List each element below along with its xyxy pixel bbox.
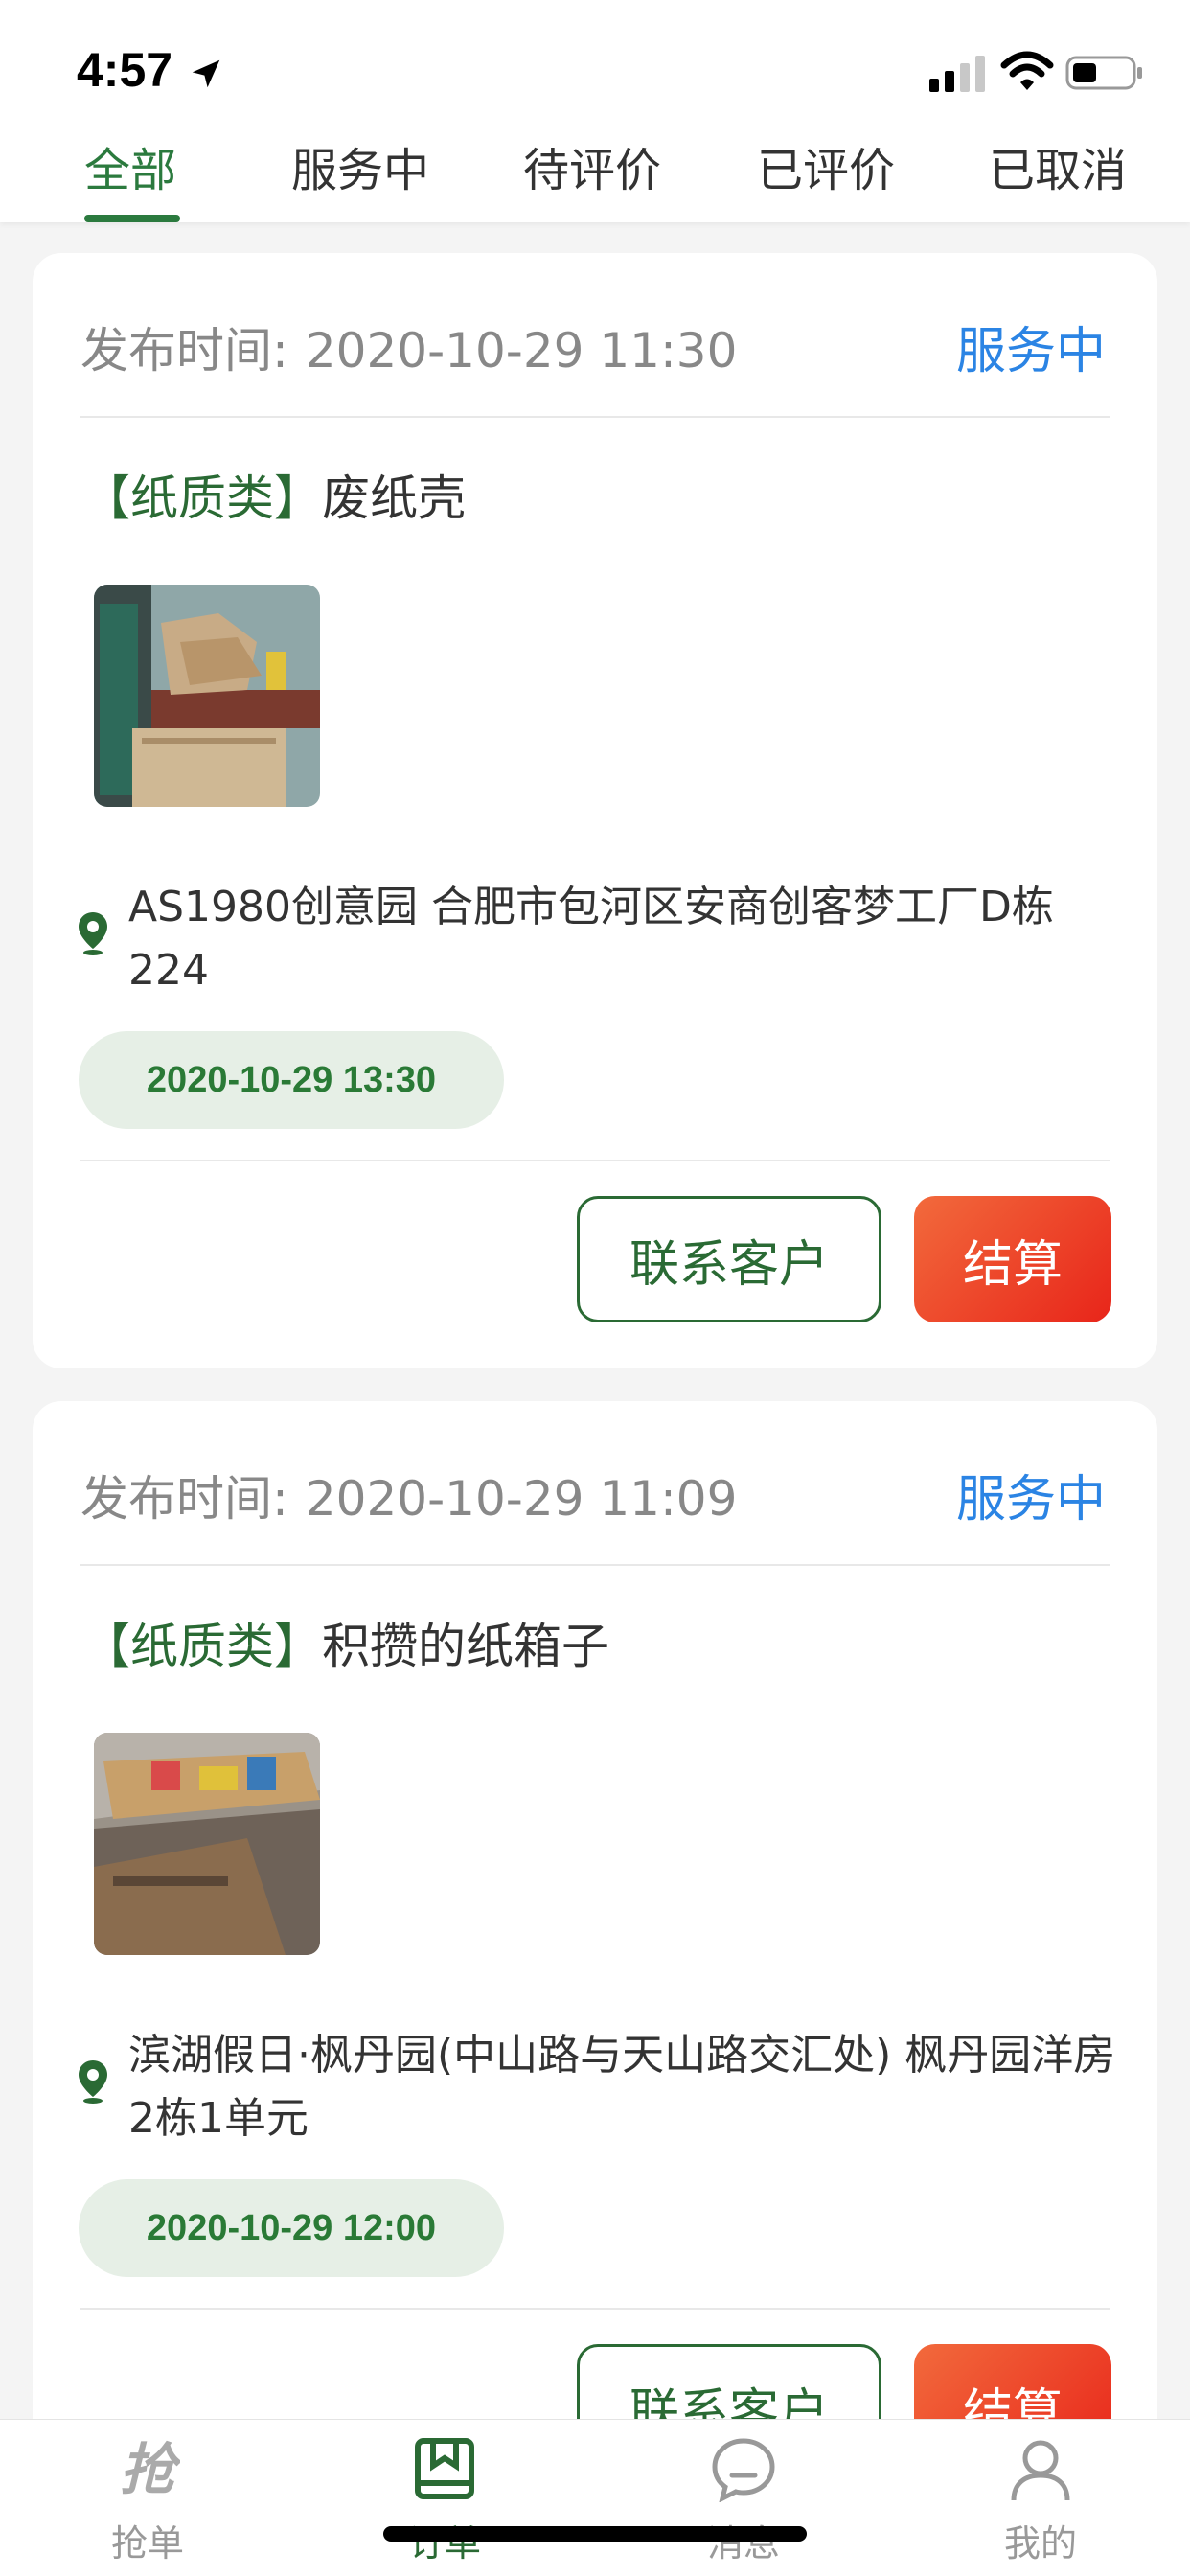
wifi-icon: [1000, 51, 1054, 90]
publish-time: 发布时间: 2020-10-29 11:09: [80, 1460, 737, 1530]
publish-time-value: 2020-10-29 11:30: [305, 323, 738, 379]
order-card[interactable]: 发布时间: 2020-10-29 11:09 服务中 【纸质类】积攒的纸箱子 滨湖…: [33, 1401, 1157, 2576]
status-time: 4:57: [77, 43, 173, 97]
bookmark-icon: [415, 2438, 474, 2499]
nav-label: 我的: [1003, 2522, 1077, 2564]
tab-reviewed[interactable]: 已评价: [757, 132, 895, 222]
nav-messages[interactable]: 消息: [648, 2420, 839, 2576]
nav-label: 抢单: [110, 2522, 184, 2564]
tab-all[interactable]: 全部: [84, 132, 176, 222]
bottom-nav: 抢 抢单 订单 消息 我的: [0, 2419, 1190, 2576]
home-indicator[interactable]: [383, 2526, 807, 2542]
order-title: 【纸质类】废纸壳: [82, 460, 466, 529]
contact-customer-button[interactable]: 联系客户: [577, 1196, 881, 1322]
person-icon: [1011, 2440, 1070, 2501]
order-address: AS1980创意园 合肥市包河区安商创客梦工厂D栋224: [128, 883, 1054, 995]
appointment-time: 2020-10-29 13:30: [79, 1031, 504, 1129]
header: 4:57 全部 服务中 待评价 已评价 已取消: [0, 0, 1190, 222]
order-category: 【纸质类】: [82, 1619, 322, 1674]
order-tabs: 全部 服务中 待评价 已评价 已取消: [0, 132, 1190, 222]
order-address: 滨湖假日·枫丹园(中山路与天山路交汇处) 枫丹园洋房2栋1单元: [128, 2031, 1116, 2143]
publish-time: 发布时间: 2020-10-29 11:30: [80, 312, 737, 381]
tab-cancelled[interactable]: 已取消: [989, 132, 1127, 222]
order-photo[interactable]: [94, 1733, 320, 1955]
settle-button[interactable]: 结算: [914, 1196, 1111, 1322]
svg-text:抢: 抢: [120, 2437, 180, 2502]
nav-profile[interactable]: 我的: [945, 2420, 1136, 2576]
status-bar: 4:57: [0, 0, 1190, 125]
publish-label: 发布时间:: [80, 323, 288, 379]
chat-bubble-icon: [712, 2438, 775, 2502]
signal-icon: [929, 56, 985, 92]
order-status: 服务中: [955, 1471, 1106, 1529]
divider: [80, 1160, 1110, 1162]
location-arrow-icon: [192, 59, 220, 88]
battery-icon: [1065, 56, 1142, 90]
order-item-name: 废纸壳: [322, 471, 466, 526]
location-pin-icon: [79, 2060, 107, 2104]
divider: [80, 1564, 1110, 1566]
publish-label: 发布时间:: [80, 1471, 288, 1527]
order-card[interactable]: 发布时间: 2020-10-29 11:30 服务中 【纸质类】废纸壳 AS198…: [33, 253, 1157, 1368]
order-title: 【纸质类】积攒的纸箱子: [82, 1608, 609, 1677]
order-item-name: 积攒的纸箱子: [322, 1619, 609, 1674]
location-pin-icon: [79, 912, 107, 955]
divider: [80, 416, 1110, 418]
nav-orders[interactable]: 订单: [349, 2420, 540, 2576]
grab-order-icon: 抢: [120, 2437, 180, 2502]
tab-in-service[interactable]: 服务中: [291, 132, 429, 222]
tab-pending-review[interactable]: 待评价: [523, 132, 661, 222]
nav-grab-order[interactable]: 抢 抢单: [52, 2420, 243, 2576]
publish-time-value: 2020-10-29 11:09: [305, 1471, 738, 1527]
order-photo[interactable]: [94, 585, 320, 807]
order-category: 【纸质类】: [82, 471, 322, 526]
active-tab-indicator: [84, 215, 180, 222]
appointment-time: 2020-10-29 12:00: [79, 2179, 504, 2277]
order-status: 服务中: [955, 323, 1106, 380]
divider: [80, 2308, 1110, 2310]
